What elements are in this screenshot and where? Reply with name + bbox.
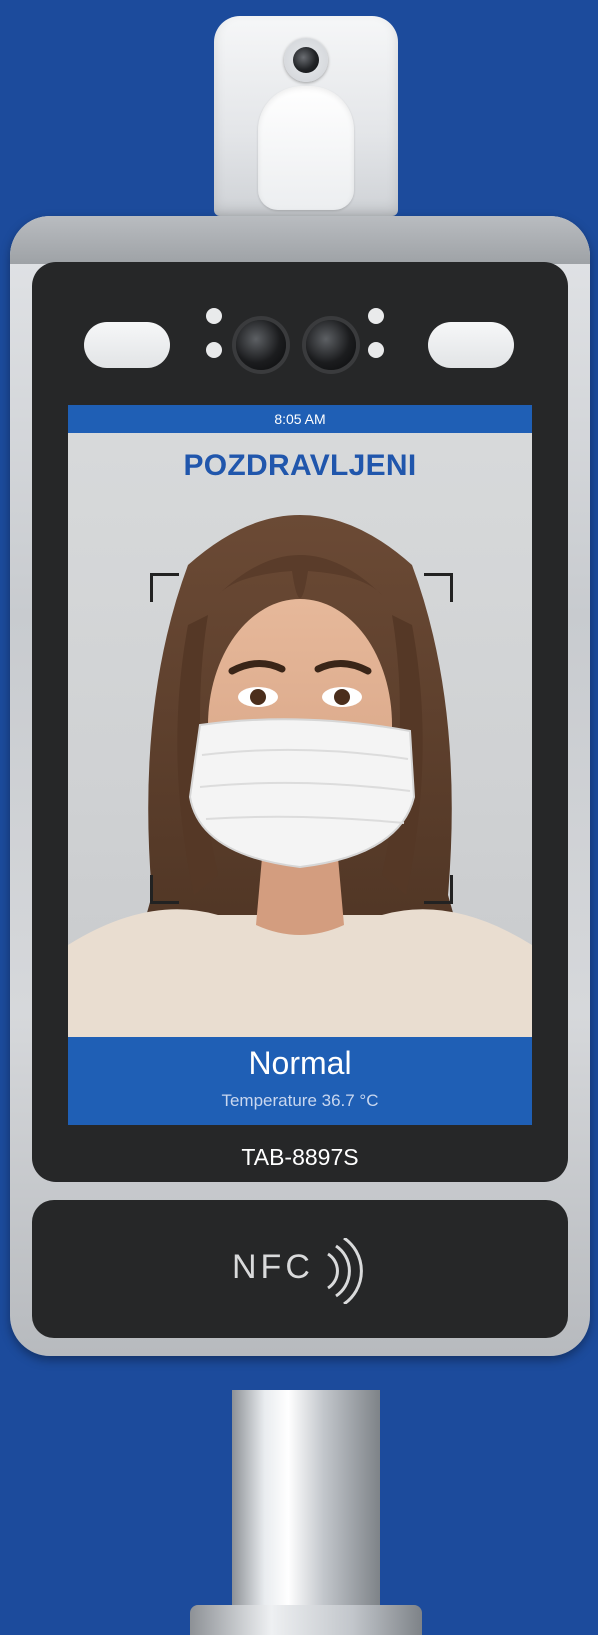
- thermal-lens: [293, 47, 319, 73]
- face-camera-icon: [236, 320, 286, 370]
- face-camera-icon: [306, 320, 356, 370]
- indicator-led: [368, 342, 384, 358]
- indicator-led: [206, 308, 222, 324]
- infrared-sensor-icon: [428, 322, 514, 368]
- infrared-sensor-icon: [84, 322, 170, 368]
- scan-frame-corner: [150, 573, 179, 602]
- scan-frame-corner: [424, 875, 453, 904]
- temperature-reading: Temperature 36.7 °C: [221, 1091, 379, 1110]
- indicator-led: [368, 308, 384, 324]
- nfc-text: NFC: [232, 1248, 314, 1286]
- clock-bar: 8:05 AM: [68, 405, 532, 433]
- stand-pole: [232, 1390, 380, 1635]
- scan-frame-corner: [150, 875, 179, 904]
- housing-top-edge: [10, 216, 590, 264]
- display-screen[interactable]: 8:05 AM POZDRAVLJENI Normal Temperature …: [68, 405, 532, 1125]
- result-bar: Normal Temperature 36.7 °C: [68, 1037, 532, 1125]
- status-text: Normal: [248, 1045, 352, 1081]
- nfc-icon: [327, 1238, 363, 1304]
- indicator-led: [206, 342, 222, 358]
- stand-pole-base: [190, 1605, 422, 1635]
- clock-time: 8:05 AM: [274, 411, 326, 427]
- user-face-photo: [68, 515, 532, 1037]
- model-label: TAB-8897S: [241, 1144, 359, 1170]
- thermal-module-slot: [258, 86, 354, 210]
- scan-frame-corner: [424, 573, 453, 602]
- nfc-label: NFC: [232, 1248, 314, 1287]
